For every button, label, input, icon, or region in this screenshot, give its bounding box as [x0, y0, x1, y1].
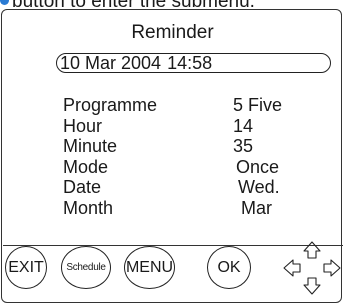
datetime-field[interactable]: 10 Mar 2004 14:58	[56, 53, 331, 73]
field-value: Wed.	[238, 177, 280, 197]
caption-text: button to enter the submenu.	[12, 0, 255, 9]
field-row-programme[interactable]: Programme 5 Five	[63, 95, 343, 116]
field-value: 35	[233, 136, 254, 156]
field-value: 14	[233, 115, 254, 136]
field-label: Minute	[63, 136, 118, 156]
field-value: 5 Five	[233, 95, 283, 115]
date-value: 10 Mar 2004	[60, 53, 162, 73]
field-label: Mode	[63, 156, 109, 177]
screen-title: Reminder	[131, 22, 214, 43]
field-label: Date	[63, 177, 102, 197]
schedule-button[interactable]: Schedule	[61, 246, 111, 289]
up-arrow-icon	[303, 241, 321, 259]
bullet-icon	[0, 0, 9, 5]
field-row-date[interactable]: Date Wed.	[63, 177, 343, 198]
time-value: 14:58	[167, 53, 213, 73]
right-arrow-icon	[323, 259, 341, 277]
top-caption: button to enter the submenu.	[0, 0, 346, 9]
field-row-month[interactable]: Month Mar	[63, 198, 343, 219]
field-value: Once	[236, 156, 280, 177]
field-row-hour[interactable]: Hour 14	[63, 116, 343, 137]
exit-button[interactable]: EXIT	[5, 246, 47, 289]
ok-button[interactable]: OK	[207, 246, 251, 289]
field-label: Hour	[63, 115, 103, 136]
left-arrow-icon	[283, 259, 301, 277]
nav-pad[interactable]	[281, 240, 343, 296]
field-row-mode[interactable]: Mode Once	[63, 157, 343, 178]
field-row-minute[interactable]: Minute 35	[63, 136, 343, 157]
menu-button[interactable]: MENU	[124, 246, 175, 289]
field-label: Month	[63, 197, 114, 218]
field-label: Programme	[63, 95, 158, 115]
field-value: Mar	[241, 197, 272, 218]
down-arrow-icon	[303, 277, 321, 295]
four-way-arrow-icon[interactable]	[281, 240, 343, 296]
reminder-fields: Programme 5 Five Hour 14 Minute 35 Mode …	[63, 95, 343, 218]
